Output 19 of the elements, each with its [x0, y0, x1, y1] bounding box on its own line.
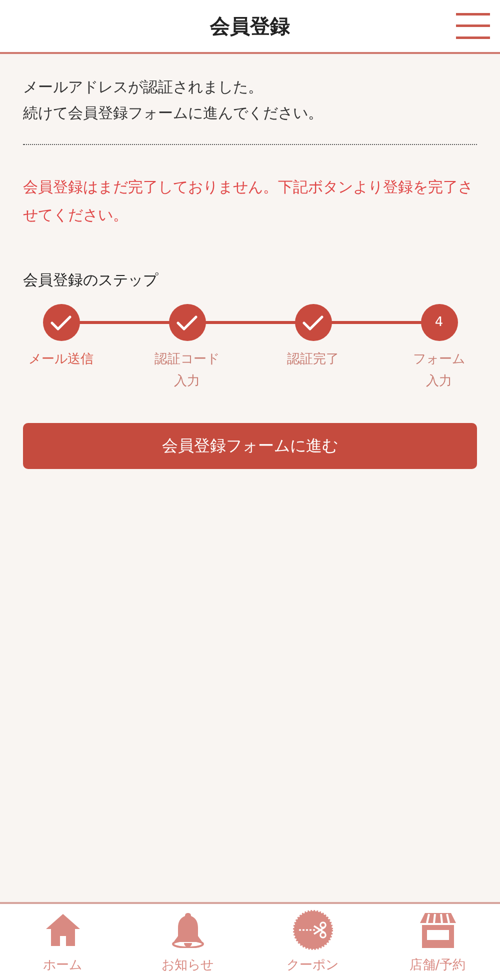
tab-bar-item[interactable]: ホーム: [8, 904, 118, 974]
tab-bar-item[interactable]: クーポン: [258, 904, 368, 974]
page-title: 会員登録: [210, 12, 290, 40]
tab-bar-item[interactable]: 店舗/予約: [382, 904, 492, 974]
steps-heading: 会員登録のステップ: [23, 271, 160, 290]
step-label: 認証コード 入力: [154, 351, 220, 391]
step-label: フォーム 入力: [413, 351, 465, 391]
shop-icon: [418, 910, 456, 950]
scissors-icon: [292, 910, 332, 950]
message-text: 続けて会員登録フォームに進んでください。: [23, 103, 324, 124]
proceed-button[interactable]: 会員登録フォームに進む: [23, 423, 477, 469]
message-text: メールアドレスが認証されました。: [23, 77, 264, 98]
notice-text: 会員登録はまだ完了しておりません。下記ボタンより登録を完了させてください。: [23, 177, 474, 226]
step-number: 4: [420, 304, 458, 341]
menu-icon[interactable]: [456, 13, 490, 39]
step-label: メール送信: [28, 351, 94, 369]
bell-icon: [170, 910, 204, 950]
tab-bar-item[interactable]: お知らせ: [132, 904, 242, 974]
step-label: 認証完了: [287, 351, 339, 369]
